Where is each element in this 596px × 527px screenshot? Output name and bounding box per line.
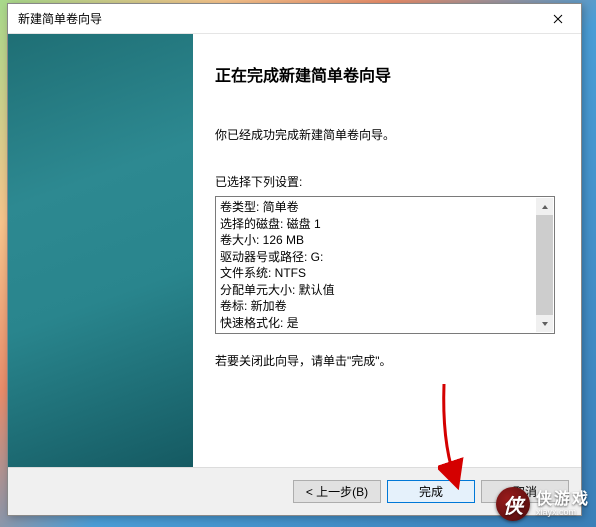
scroll-up-icon[interactable] xyxy=(536,198,553,215)
list-item: 驱动器号或路径: G: xyxy=(220,249,550,266)
list-item: 快速格式化: 是 xyxy=(220,315,550,332)
close-icon xyxy=(553,14,563,24)
wizard-description: 你已经成功完成新建简单卷向导。 xyxy=(215,126,561,143)
client-area: 正在完成新建简单卷向导 你已经成功完成新建简单卷向导。 已选择下列设置: 卷类型… xyxy=(8,34,581,467)
wizard-side-banner xyxy=(8,34,193,467)
list-item: 卷大小: 126 MB xyxy=(220,232,550,249)
window-title: 新建简单卷向导 xyxy=(18,10,535,27)
cancel-button[interactable]: 取消 xyxy=(481,480,569,503)
wizard-heading: 正在完成新建简单卷向导 xyxy=(215,62,561,86)
scrollbar[interactable] xyxy=(536,198,553,332)
finish-button[interactable]: 完成 xyxy=(387,480,475,503)
window-close-button[interactable] xyxy=(535,4,581,34)
wizard-content: 正在完成新建简单卷向导 你已经成功完成新建简单卷向导。 已选择下列设置: 卷类型… xyxy=(193,34,581,467)
wizard-window: 新建简单卷向导 正在完成新建简单卷向导 你已经成功完成新建简单卷向导。 已选择下… xyxy=(7,3,582,516)
list-item: 卷标: 新加卷 xyxy=(220,298,550,315)
settings-listbox-inner: 卷类型: 简单卷 选择的磁盘: 磁盘 1 卷大小: 126 MB 驱动器号或路径… xyxy=(216,197,554,333)
back-button[interactable]: < 上一步(B) xyxy=(293,480,381,503)
button-bar: < 上一步(B) 完成 取消 xyxy=(8,467,581,515)
scroll-down-icon[interactable] xyxy=(536,315,553,332)
list-item: 选择的磁盘: 磁盘 1 xyxy=(220,216,550,233)
close-hint: 若要关闭此向导，请单击"完成"。 xyxy=(215,352,561,369)
titlebar: 新建简单卷向导 xyxy=(8,4,581,34)
list-item: 卷类型: 简单卷 xyxy=(220,199,550,216)
settings-listbox[interactable]: 卷类型: 简单卷 选择的磁盘: 磁盘 1 卷大小: 126 MB 驱动器号或路径… xyxy=(215,196,555,334)
scroll-thumb[interactable] xyxy=(536,215,553,315)
settings-label: 已选择下列设置: xyxy=(215,173,561,190)
list-item: 分配单元大小: 默认值 xyxy=(220,282,550,299)
list-item: 文件系统: NTFS xyxy=(220,265,550,282)
